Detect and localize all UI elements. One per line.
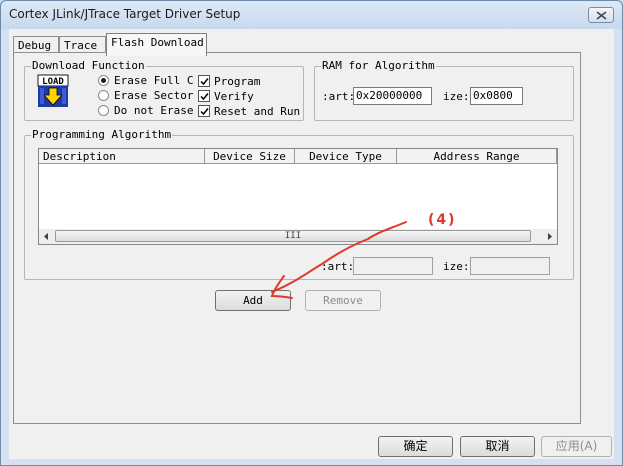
tab-flash-download[interactable]: Flash Download xyxy=(106,33,207,56)
annotation-step-label: (4) xyxy=(428,212,457,228)
tab-label: Flash Download xyxy=(111,36,204,49)
annotation-arrow-overlay xyxy=(270,221,407,299)
annotation-arrow-line xyxy=(271,221,407,293)
